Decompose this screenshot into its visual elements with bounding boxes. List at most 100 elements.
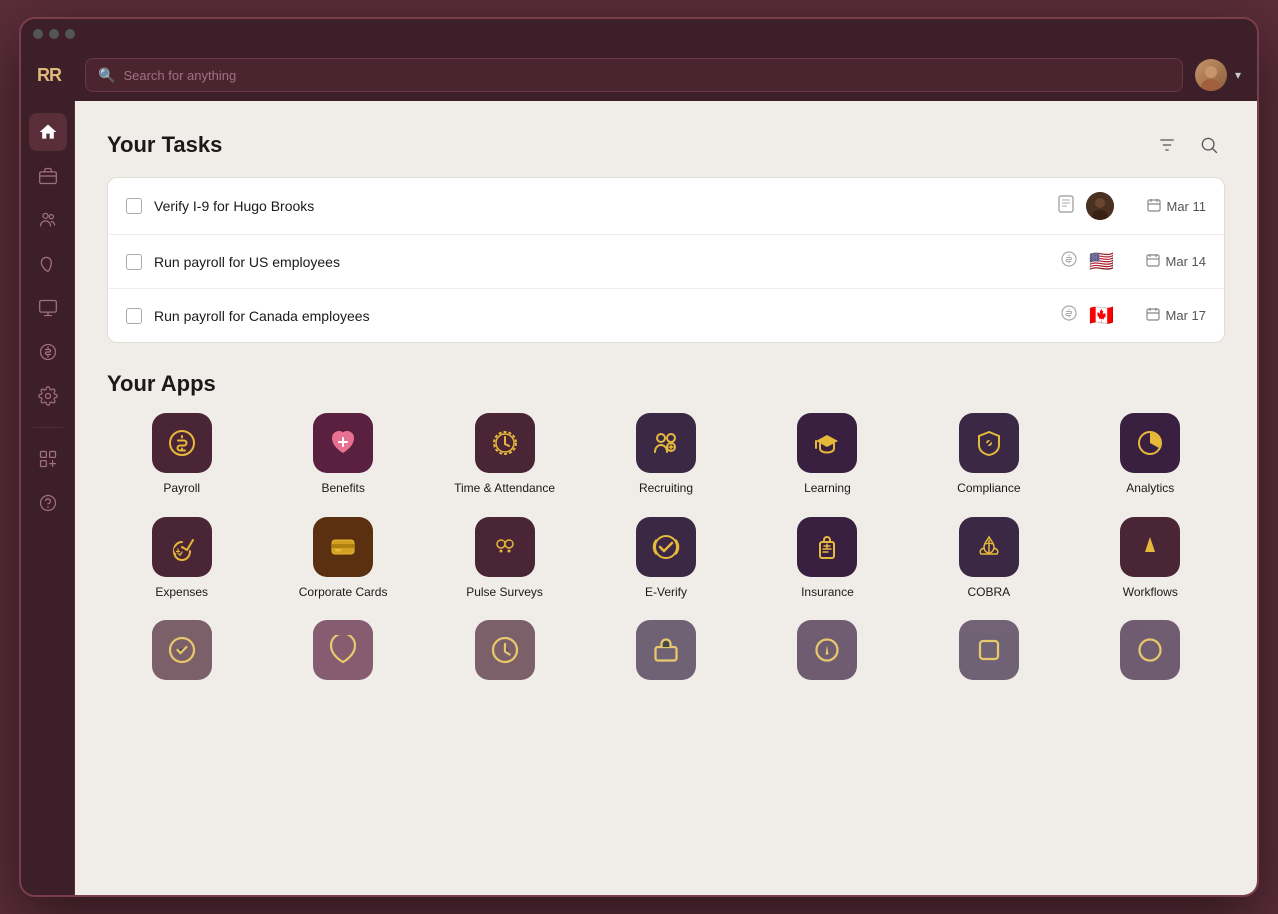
app-expenses[interactable]: Expenses	[107, 517, 256, 601]
app-label-recruiting: Recruiting	[639, 481, 693, 497]
app-window: RR 🔍 Search for anything ▾	[19, 17, 1259, 897]
task-flag-ca: 🇨🇦	[1089, 303, 1114, 328]
app-compliance[interactable]: Compliance	[914, 413, 1063, 497]
app-bottom-3[interactable]	[430, 620, 579, 680]
app-bottom-7[interactable]	[1076, 620, 1225, 680]
app-time[interactable]: Time & Attendance	[430, 413, 579, 497]
expenses-icon	[152, 517, 212, 577]
calendar-icon-1	[1147, 198, 1161, 215]
task-row: Run payroll for US employees 🇺🇸 Mar 14	[108, 235, 1224, 289]
task-avatar-1	[1086, 192, 1114, 220]
insurance-icon	[797, 517, 857, 577]
task-row: Run payroll for Canada employees 🇨🇦 Mar …	[108, 289, 1224, 342]
bottom-icon-6	[959, 620, 1019, 680]
app-bottom-1[interactable]	[107, 620, 256, 680]
bottom-icon-3	[475, 620, 535, 680]
app-bottom-6[interactable]	[914, 620, 1063, 680]
tasks-header: Your Tasks	[107, 129, 1225, 161]
sidebar	[21, 101, 75, 895]
task-date-1: Mar 11	[1126, 198, 1206, 215]
app-payroll[interactable]: Payroll	[107, 413, 256, 497]
task-date-3: Mar 17	[1126, 307, 1206, 324]
payroll-icon	[152, 413, 212, 473]
app-bottom-5[interactable]	[753, 620, 902, 680]
task-date-text-1: Mar 11	[1167, 199, 1207, 214]
learning-icon	[797, 413, 857, 473]
app-label-cards: Corporate Cards	[299, 585, 388, 601]
app-label-analytics: Analytics	[1126, 481, 1174, 497]
sidebar-item-apps[interactable]	[29, 440, 67, 478]
sidebar-item-monitor[interactable]	[29, 289, 67, 327]
compliance-icon	[959, 413, 1019, 473]
sidebar-item-benefits[interactable]	[29, 245, 67, 283]
search-icon: 🔍	[98, 67, 115, 84]
pulse-icon	[475, 517, 535, 577]
titlebar	[21, 19, 1257, 49]
task-dollar-icon-2	[1061, 305, 1077, 326]
app-analytics[interactable]: Analytics	[1076, 413, 1225, 497]
task-row: Verify I-9 for Hugo Brooks	[108, 178, 1224, 235]
app-bottom-4[interactable]	[591, 620, 740, 680]
calendar-icon-2	[1146, 253, 1160, 270]
cobra-icon	[959, 517, 1019, 577]
apps-grid: Payroll Benefits	[107, 413, 1225, 497]
task-dollar-icon	[1061, 251, 1077, 272]
titlebar-dot-2	[49, 29, 59, 39]
app-learning[interactable]: Learning	[753, 413, 902, 497]
sidebar-item-settings[interactable]	[29, 377, 67, 415]
sidebar-item-help[interactable]	[29, 484, 67, 522]
apps-grid-2: Expenses Corporate Cards	[107, 517, 1225, 601]
bottom-icon-2	[313, 620, 373, 680]
app-benefits[interactable]: Benefits	[268, 413, 417, 497]
task-date-text-3: Mar 17	[1166, 308, 1206, 323]
user-menu-chevron[interactable]: ▾	[1235, 68, 1241, 82]
bottom-icon-4	[636, 620, 696, 680]
sidebar-item-people[interactable]	[29, 201, 67, 239]
app-label-payroll: Payroll	[163, 481, 200, 497]
workflows-icon	[1120, 517, 1180, 577]
app-label-compliance: Compliance	[957, 481, 1020, 497]
task-checkbox-1[interactable]	[126, 198, 142, 214]
app-label-insurance: Insurance	[801, 585, 854, 601]
app-label-everify: E-Verify	[645, 585, 687, 601]
sidebar-item-finance[interactable]	[29, 333, 67, 371]
search-bar[interactable]: 🔍 Search for anything	[85, 58, 1183, 92]
task-checkbox-3[interactable]	[126, 308, 142, 324]
app-bottom-2[interactable]	[268, 620, 417, 680]
everify-icon	[636, 517, 696, 577]
sidebar-item-briefcase[interactable]	[29, 157, 67, 195]
app-label-cobra: COBRA	[968, 585, 1011, 601]
app-label-time: Time & Attendance	[454, 481, 555, 497]
app-label-benefits: Benefits	[321, 481, 364, 497]
filter-button[interactable]	[1151, 129, 1183, 161]
benefits-icon	[313, 413, 373, 473]
titlebar-dot-3	[65, 29, 75, 39]
search-tasks-button[interactable]	[1193, 129, 1225, 161]
app-workflows[interactable]: Workflows	[1076, 517, 1225, 601]
app-label-workflows: Workflows	[1123, 585, 1178, 601]
recruiting-icon	[636, 413, 696, 473]
apps-title: Your Apps	[107, 371, 216, 397]
sidebar-item-home[interactable]	[29, 113, 67, 151]
app-insurance[interactable]: Insurance	[753, 517, 902, 601]
apps-header: Your Apps	[107, 371, 1225, 397]
cards-icon	[313, 517, 373, 577]
time-icon	[475, 413, 535, 473]
task-doc-icon	[1058, 195, 1074, 218]
app-cobra[interactable]: COBRA	[914, 517, 1063, 601]
app-label-pulse: Pulse Surveys	[466, 585, 543, 601]
task-checkbox-2[interactable]	[126, 254, 142, 270]
task-list: Verify I-9 for Hugo Brooks	[107, 177, 1225, 343]
app-corporate-cards[interactable]: Corporate Cards	[268, 517, 417, 601]
app-pulse[interactable]: Pulse Surveys	[430, 517, 579, 601]
bottom-icon-7	[1120, 620, 1180, 680]
task-label-2: Run payroll for US employees	[154, 254, 1049, 270]
apps-grid-3	[107, 620, 1225, 680]
app-recruiting[interactable]: Recruiting	[591, 413, 740, 497]
app-logo: RR	[37, 65, 73, 86]
tasks-title: Your Tasks	[107, 132, 222, 158]
user-avatar[interactable]	[1195, 59, 1227, 91]
app-everify[interactable]: E-Verify	[591, 517, 740, 601]
main-wrapper: Your Tasks Verify I-9 for Hugo	[21, 101, 1257, 895]
task-date-text-2: Mar 14	[1166, 254, 1206, 269]
